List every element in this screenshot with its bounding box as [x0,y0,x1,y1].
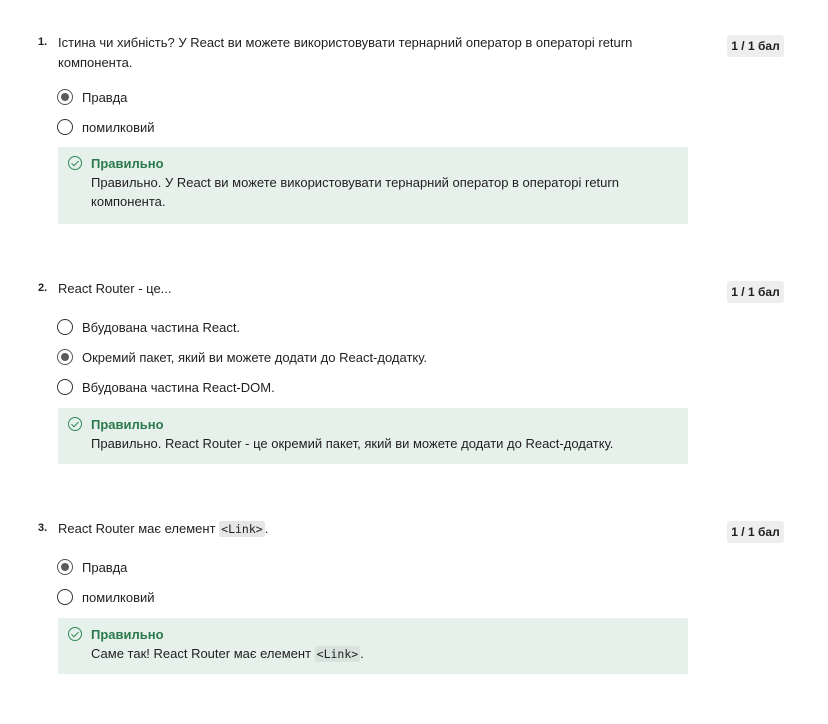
option-true[interactable]: Правда [57,557,127,577]
feedback-box: Правильно Правильно. У React ви можете в… [58,147,688,224]
feedback-box: Правильно Правильно. React Router - це о… [58,408,688,464]
option-2[interactable]: Окремий пакет, який ви можете додати до … [57,347,427,367]
feedback-text-part: . [360,646,364,661]
feedback-box: Правильно Саме так! React Router має еле… [58,618,688,674]
option-1[interactable]: Вбудована частина React. [57,317,240,337]
option-label: помилковий [82,589,155,605]
option-true[interactable]: Правда [57,87,127,107]
check-circle-icon [68,627,82,641]
question-number: 3. [38,522,48,534]
score-badge: 1 / 1 бал [727,281,784,303]
feedback-title: Правильно [91,156,164,171]
feedback-title: Правильно [91,627,164,642]
feedback-text-part: Саме так! React Router має елемент [91,646,315,661]
radio-icon[interactable] [57,589,73,605]
question-text-part: React Router має елемент [58,521,220,536]
option-label: Вбудована частина React. [82,319,241,335]
option-false[interactable]: помилковий [57,117,155,137]
option-label: Правда [82,89,128,105]
question-text: React Router має елемент <Link>. [58,519,648,539]
radio-icon[interactable] [57,319,73,335]
option-label: Правда [82,559,128,575]
feedback-text: Правильно. У React ви можете використову… [91,175,619,209]
option-label: помилковий [82,119,155,135]
code-snippet: <Link> [314,646,361,662]
question-text: Істина чи хибність? У React ви можете ви… [58,35,633,70]
code-snippet: <Link> [219,521,265,537]
question-text-part: . [264,521,269,536]
radio-icon[interactable] [57,119,73,135]
option-false[interactable]: помилковий [57,587,155,607]
radio-selected-icon[interactable] [57,559,73,575]
feedback-text: Правильно. React Router - це окремий пак… [91,436,614,451]
feedback-text: Саме так! React Router має елемент <Link… [91,644,676,664]
check-circle-icon [68,417,82,431]
feedback-title: Правильно [91,417,164,432]
radio-selected-icon[interactable] [57,349,73,365]
score-badge: 1 / 1 бал [727,521,784,543]
option-label: Вбудована частина React-DOM. [82,379,275,395]
question-number: 1. [38,36,48,48]
score-badge: 1 / 1 бал [727,35,784,57]
radio-selected-icon[interactable] [57,89,73,105]
radio-icon[interactable] [57,379,73,395]
option-3[interactable]: Вбудована частина React-DOM. [57,377,275,397]
check-circle-icon [68,156,82,170]
question-number: 2. [38,282,48,294]
question-text: React Router - це... [58,281,172,296]
option-label: Окремий пакет, який ви можете додати до … [82,349,428,365]
